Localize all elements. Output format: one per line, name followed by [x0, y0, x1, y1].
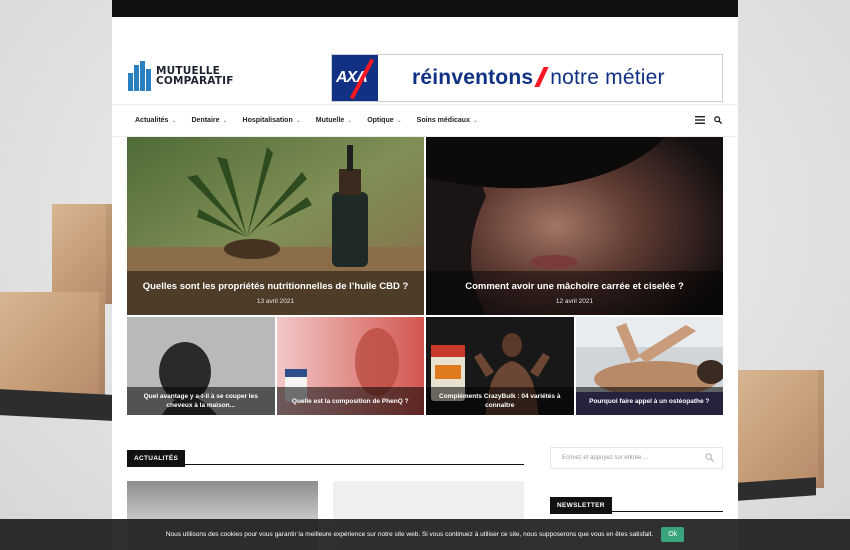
cookie-message: Nous utilisons des cookies pour vous gar… — [165, 531, 654, 538]
nav-item-dentaire[interactable]: Dentaire ⌄ — [192, 117, 228, 124]
chevron-down-icon: ⌄ — [222, 118, 228, 124]
site-logo[interactable]: MUTUELLE COMPARATIF — [128, 61, 234, 91]
chevron-down-icon: ⌄ — [472, 118, 478, 124]
cardboard-box — [0, 292, 105, 404]
axa-logo: AXA — [332, 55, 378, 101]
small-caption: Quel avantage y a-t-il à se couper les c… — [127, 387, 275, 415]
banner-slogan: réinventons notre métier — [412, 66, 665, 90]
featured-caption: Quelles sont les propriétés nutritionnel… — [127, 271, 424, 315]
cardboard-box — [738, 370, 824, 488]
featured-grid: Quelles sont les propriétés nutritionnel… — [127, 137, 723, 415]
newsletter-title: NEWSLETTER — [550, 497, 612, 514]
chevron-down-icon: ⌄ — [347, 118, 353, 124]
nav-item-optique[interactable]: Optique ⌄ — [367, 117, 401, 124]
small-post-title[interactable]: Compléments CrazyBulk : 04 variétés à co… — [434, 392, 566, 410]
small-caption: Compléments CrazyBulk : 04 variétés à co… — [426, 387, 574, 415]
nav-item-actualites[interactable]: Actualités ⌄ — [135, 117, 177, 124]
logo-text: MUTUELLE COMPARATIF — [156, 66, 234, 87]
logo-bars-icon — [128, 61, 152, 91]
main-nav: Actualités ⌄ Dentaire ⌄ Hospitalisation ⌄ M… — [112, 105, 738, 137]
newsletter-header: NEWSLETTER — [550, 494, 723, 514]
banner-slogan-bold: réinventons — [412, 66, 534, 89]
search-icon[interactable] — [705, 453, 714, 462]
chevron-down-icon: ⌄ — [171, 118, 177, 124]
small-post[interactable]: Pourquoi faire appel à un ostéopathe ? — [575, 317, 723, 415]
section-title[interactable]: ACTUALITÉS — [127, 450, 186, 467]
small-post-title[interactable]: Quelle est la composition de PhenQ ? — [292, 397, 409, 406]
small-post[interactable]: Quelle est la composition de PhenQ ? — [276, 317, 424, 415]
cookie-ok-button[interactable]: Ok — [661, 527, 685, 542]
featured-date: 12 avril 2021 — [555, 298, 594, 305]
featured-post[interactable]: Quelles sont les propriétés nutritionnel… — [127, 137, 424, 315]
chevron-down-icon: ⌄ — [396, 118, 402, 124]
featured-post[interactable]: Comment avoir une mâchoire carrée et cis… — [426, 137, 723, 315]
nav-label: Mutuelle — [315, 117, 345, 124]
nav-item-hospitalisation[interactable]: Hospitalisation ⌄ — [243, 117, 301, 124]
search-input[interactable]: Ecrivez et appuyez sur entrée ... — [550, 447, 723, 469]
hamburger-icon[interactable] — [695, 116, 705, 124]
search-placeholder: Ecrivez et appuyez sur entrée ... — [562, 455, 649, 461]
sidebar: Ecrivez et appuyez sur entrée ... NEWSLE… — [550, 447, 723, 514]
small-post[interactable]: Quel avantage y a-t-il à se couper les c… — [127, 317, 275, 415]
small-post-title[interactable]: Pourquoi faire appel à un ostéopathe ? — [589, 397, 709, 406]
small-caption: Pourquoi faire appel à un ostéopathe ? — [575, 387, 723, 415]
featured-caption: Comment avoir une mâchoire carrée et cis… — [426, 271, 723, 315]
small-caption: Quelle est la composition de PhenQ ? — [276, 387, 424, 415]
featured-title[interactable]: Quelles sont les propriétés nutritionnel… — [127, 281, 424, 292]
chevron-down-icon: ⌄ — [295, 118, 301, 124]
nav-tools — [695, 116, 722, 124]
search-icon[interactable] — [714, 116, 722, 124]
nav-label: Actualités — [135, 117, 169, 124]
section-header: ACTUALITÉS — [127, 447, 524, 467]
small-post[interactable]: Compléments CrazyBulk : 04 variétés à co… — [426, 317, 574, 415]
small-post-title[interactable]: Quel avantage y a-t-il à se couper les c… — [135, 392, 267, 410]
featured-title[interactable]: Comment avoir une mâchoire carrée et cis… — [426, 281, 723, 292]
logo-line-2: COMPARATIF — [156, 75, 234, 87]
cardboard-box — [52, 204, 112, 304]
banner-slogan-text: notre métier — [550, 66, 665, 89]
red-slash-icon — [534, 67, 549, 87]
nav-label: Dentaire — [191, 117, 220, 124]
nav-label: Soins médicaux — [416, 117, 470, 124]
nav-label: Hospitalisation — [242, 117, 293, 124]
featured-date: 13 avril 2021 — [256, 298, 295, 305]
site-header: MUTUELLE COMPARATIF AXA réinventons notre… — [112, 17, 738, 105]
ad-banner[interactable]: AXA réinventons notre métier — [331, 54, 723, 102]
website-page: MUTUELLE COMPARATIF AXA réinventons notre… — [112, 0, 738, 550]
nav-item-soins-medicaux[interactable]: Soins médicaux ⌄ — [417, 117, 478, 124]
nav-item-mutuelle[interactable]: Mutuelle ⌄ — [316, 117, 352, 124]
cookie-banner: Nous utilisons des cookies pour vous gar… — [0, 519, 850, 550]
top-bar — [112, 0, 738, 17]
nav-label: Optique — [367, 117, 394, 124]
